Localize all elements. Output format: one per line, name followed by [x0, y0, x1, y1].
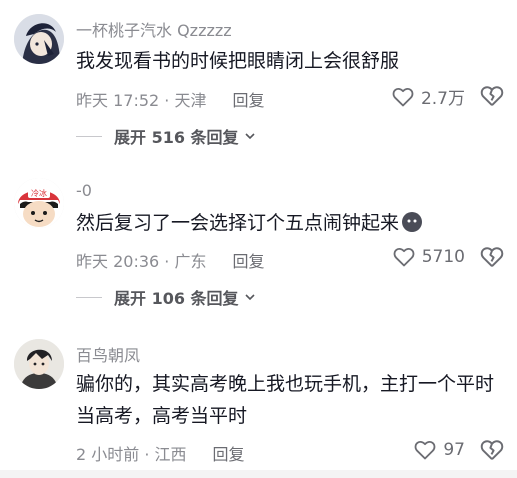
- like-button[interactable]: 2.7万: [391, 84, 465, 109]
- heart-icon: [393, 248, 415, 267]
- broken-heart-icon[interactable]: [479, 244, 505, 270]
- reply-button[interactable]: 回复: [213, 445, 245, 464]
- expand-replies-button[interactable]: 展开 106 条回复: [76, 285, 257, 309]
- divider-line: [76, 135, 102, 137]
- comment-text: 我发现看书的时候把眼睛闭上会很舒服: [76, 50, 400, 72]
- like-count: 5710: [421, 247, 465, 267]
- chevron-down-icon: [244, 294, 255, 301]
- bottom-divider: [0, 470, 517, 478]
- comment-meta: 昨天 17:52 · 天津 回复: [76, 87, 264, 111]
- avatar[interactable]: [14, 14, 64, 64]
- heart-icon: [392, 87, 414, 106]
- comment-time: 昨天 17:52 · 天津: [76, 91, 207, 110]
- gray-face-emoji-icon: [402, 212, 423, 232]
- avatar-anime-boy-icon: [14, 339, 64, 389]
- comment-text-body: 然后复习了一会选择订个五点闹钟起来: [76, 212, 400, 234]
- broken-heart-icon[interactable]: [479, 83, 505, 109]
- expand-replies-label: 展开 106 条回复: [114, 289, 239, 308]
- broken-heart-icon[interactable]: [479, 437, 505, 463]
- avatar-anime-icon: [14, 14, 64, 64]
- username[interactable]: 百鸟朝凤: [76, 342, 140, 366]
- expand-replies-label: 展开 516 条回复: [114, 128, 239, 147]
- username[interactable]: -0: [76, 181, 92, 200]
- like-button[interactable]: 5710: [392, 245, 465, 269]
- avatar-badge: 冷冰: [31, 188, 47, 198]
- comment-text: 然后复习了一会选择订个五点闹钟起来: [76, 207, 506, 239]
- chevron-down-icon: [244, 133, 255, 140]
- heart-icon: [414, 441, 436, 460]
- like-count: 97: [443, 440, 465, 460]
- like-count: 2.7万: [420, 89, 465, 109]
- avatar[interactable]: [14, 339, 64, 389]
- reply-button[interactable]: 回复: [232, 91, 264, 110]
- comment-text: 骗你的，其实高考晚上我也玩手机，主打一个平时当高考，高考当平时: [76, 373, 495, 427]
- comment-time: 2 小时前 · 江西: [76, 445, 187, 464]
- comment-meta: 昨天 20:36 · 广东 回复: [76, 248, 264, 272]
- divider-line: [76, 296, 102, 298]
- comment-meta: 2 小时前 · 江西 回复: [76, 441, 245, 465]
- expand-replies-button[interactable]: 展开 516 条回复: [76, 124, 257, 148]
- comment-time: 昨天 20:36 · 广东: [76, 252, 207, 271]
- avatar[interactable]: 冷冰: [14, 178, 64, 228]
- like-button[interactable]: 97: [413, 438, 465, 462]
- username[interactable]: 一杯桃子汽水 Qzzzzz: [76, 17, 232, 41]
- reply-button[interactable]: 回复: [232, 252, 264, 271]
- avatar-cartoon-boy-icon: 冷冰: [14, 178, 64, 228]
